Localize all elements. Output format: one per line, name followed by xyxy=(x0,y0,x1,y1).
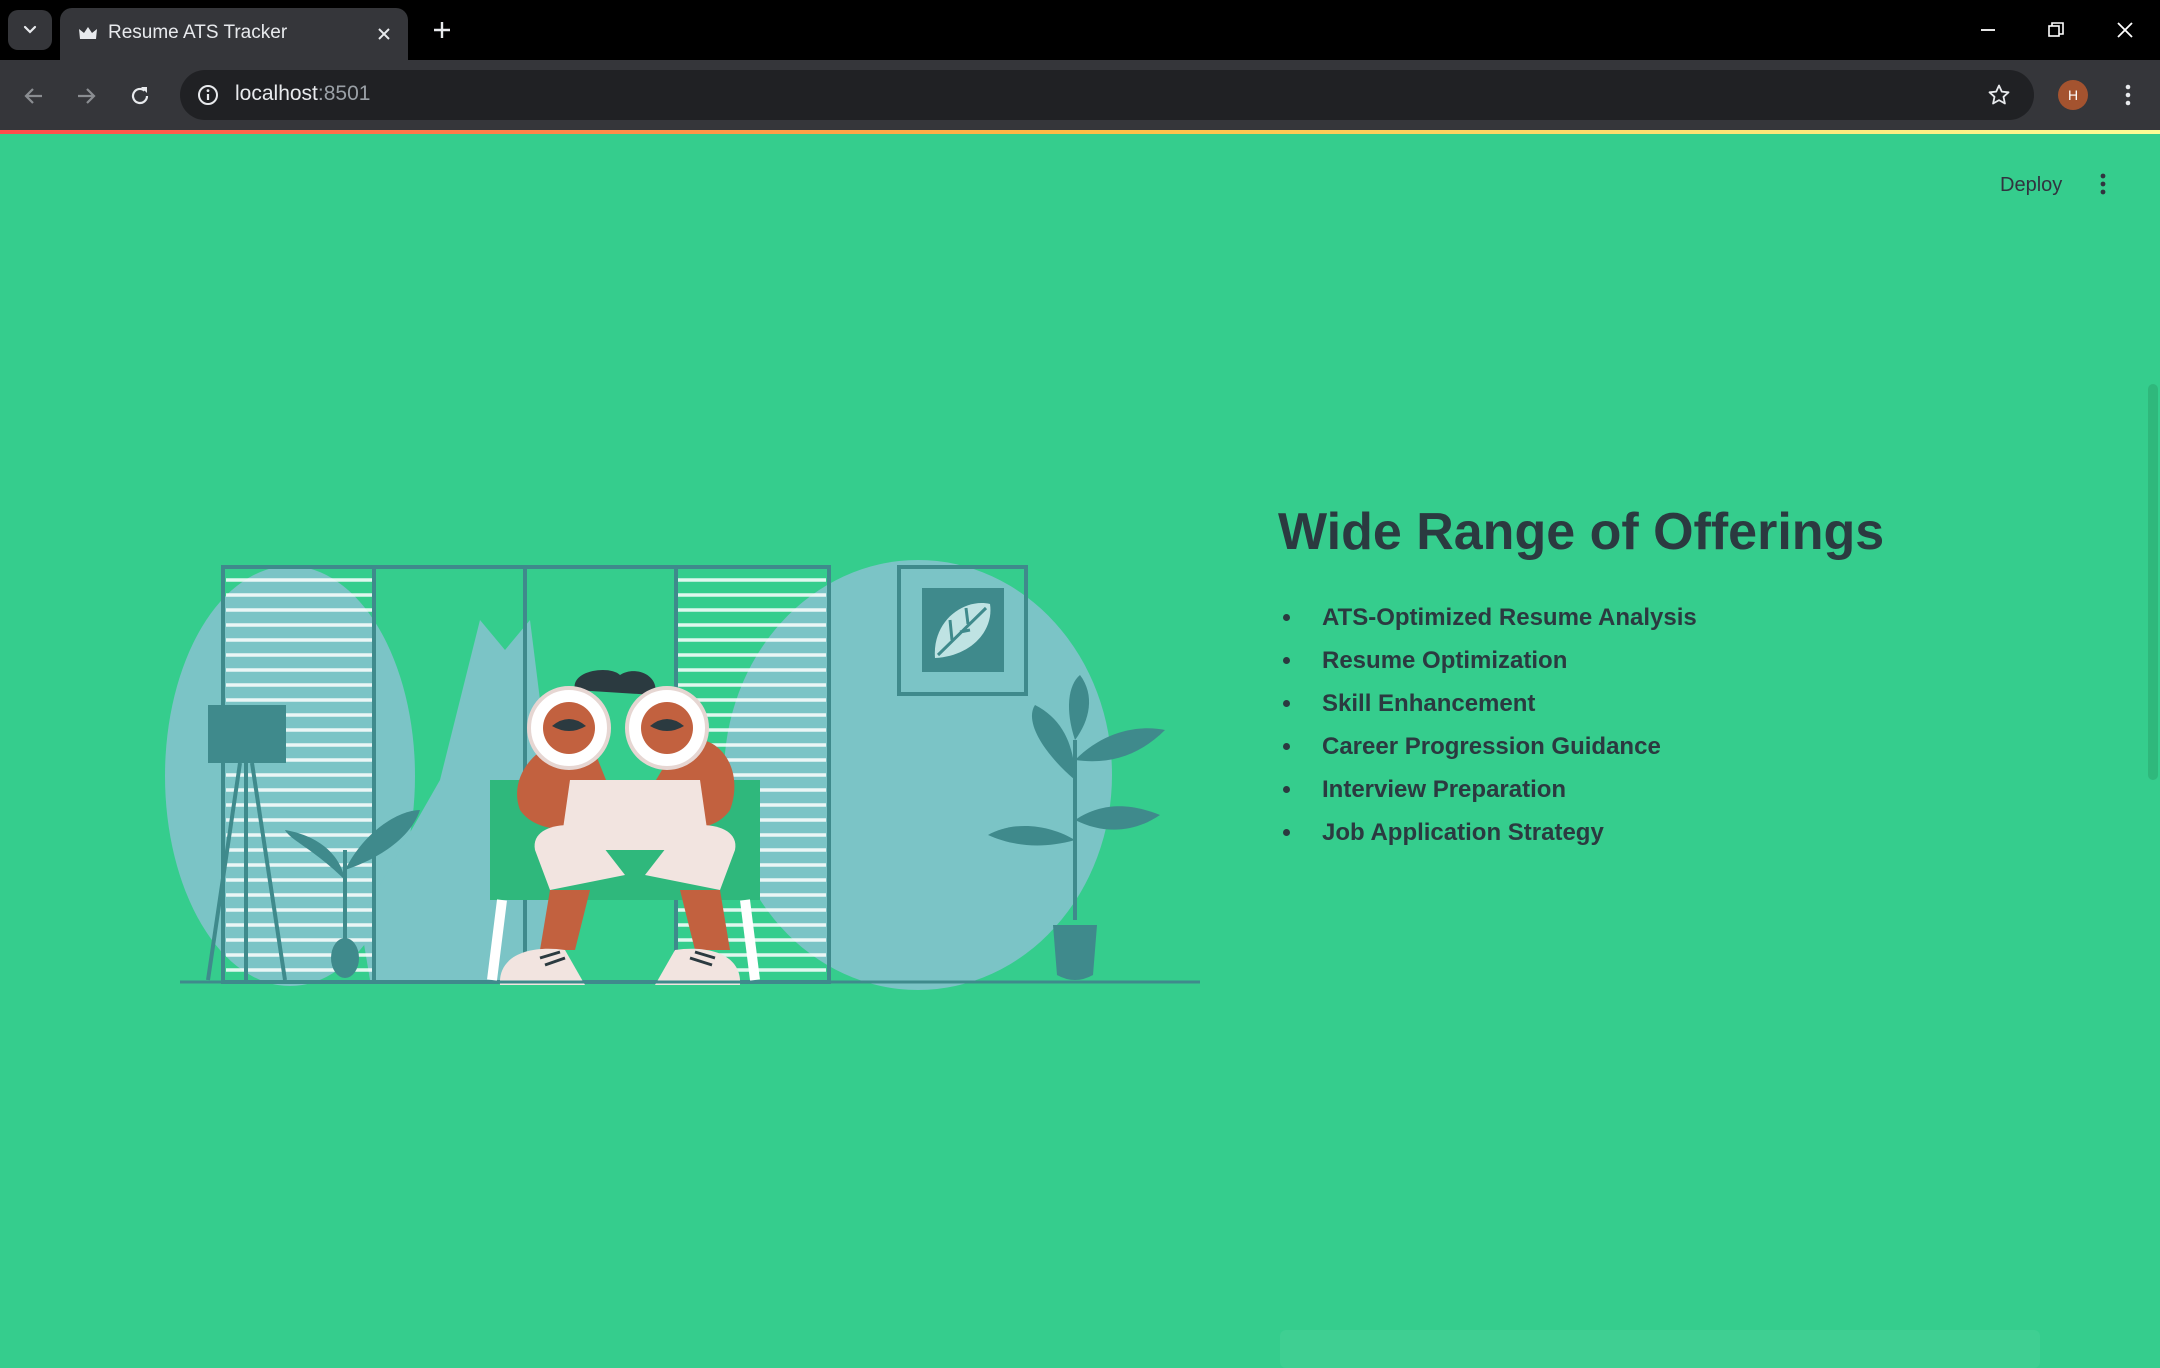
tab-close-button[interactable] xyxy=(370,20,398,48)
new-tab-button[interactable] xyxy=(424,12,460,48)
offering-item: ATS-Optimized Resume Analysis xyxy=(1278,596,1697,639)
restore-button[interactable] xyxy=(2023,0,2089,60)
bookmark-button[interactable] xyxy=(1982,78,2016,112)
back-arrow-icon xyxy=(24,88,42,104)
star-icon xyxy=(1988,84,2010,105)
address-bar[interactable]: localhost:8501 xyxy=(180,70,2034,120)
url-text: localhost:8501 xyxy=(235,82,370,106)
profile-avatar[interactable]: H xyxy=(2058,80,2088,110)
offerings-list: ATS-Optimized Resume Analysis Resume Opt… xyxy=(1278,596,1697,854)
offerings-heading: Wide Range of Offerings xyxy=(1278,503,1885,561)
offering-item: Career Progression Guidance xyxy=(1278,725,1697,768)
browser-tab-active[interactable]: Resume ATS Tracker xyxy=(60,8,408,60)
deploy-button[interactable]: Deploy xyxy=(1986,168,2076,203)
close-icon xyxy=(378,28,390,40)
person-with-binoculars-illustration xyxy=(165,560,1200,990)
reload-button[interactable] xyxy=(118,74,162,118)
plus-icon xyxy=(434,22,450,38)
more-vert-icon xyxy=(2125,84,2131,106)
page-scrollbar-thumb[interactable] xyxy=(2148,384,2158,780)
app-header-decoration xyxy=(0,130,2160,134)
back-button[interactable] xyxy=(12,74,56,118)
forward-arrow-icon xyxy=(78,88,96,104)
browser-toolbar: localhost:8501 H xyxy=(0,60,2160,130)
reload-icon xyxy=(131,87,149,105)
info-icon xyxy=(198,85,218,105)
next-section-edge xyxy=(1280,1330,2040,1368)
forward-button[interactable] xyxy=(64,74,108,118)
close-icon xyxy=(2117,22,2133,38)
browser-menu-button[interactable] xyxy=(2110,76,2146,114)
offering-item: Interview Preparation xyxy=(1278,768,1697,811)
app-main-menu-button[interactable] xyxy=(2086,166,2120,202)
restore-icon xyxy=(2048,22,2064,37)
minimize-button[interactable] xyxy=(1955,0,2021,60)
offering-item: Skill Enhancement xyxy=(1278,682,1697,725)
offering-item: Job Application Strategy xyxy=(1278,811,1697,854)
url-port: :8501 xyxy=(317,82,371,105)
site-info-button[interactable] xyxy=(192,79,224,111)
crown-favicon-icon xyxy=(79,27,97,39)
minimize-icon xyxy=(1981,29,1995,31)
tab-search-button[interactable] xyxy=(8,10,52,50)
tab-title: Resume ATS Tracker xyxy=(108,22,288,43)
browser-tab-strip: Resume ATS Tracker xyxy=(0,0,2160,60)
chevron-down-icon xyxy=(23,25,37,34)
offering-item: Resume Optimization xyxy=(1278,639,1697,682)
close-window-button[interactable] xyxy=(2092,0,2158,60)
url-host: localhost xyxy=(235,82,318,105)
more-vert-icon xyxy=(2100,173,2106,195)
